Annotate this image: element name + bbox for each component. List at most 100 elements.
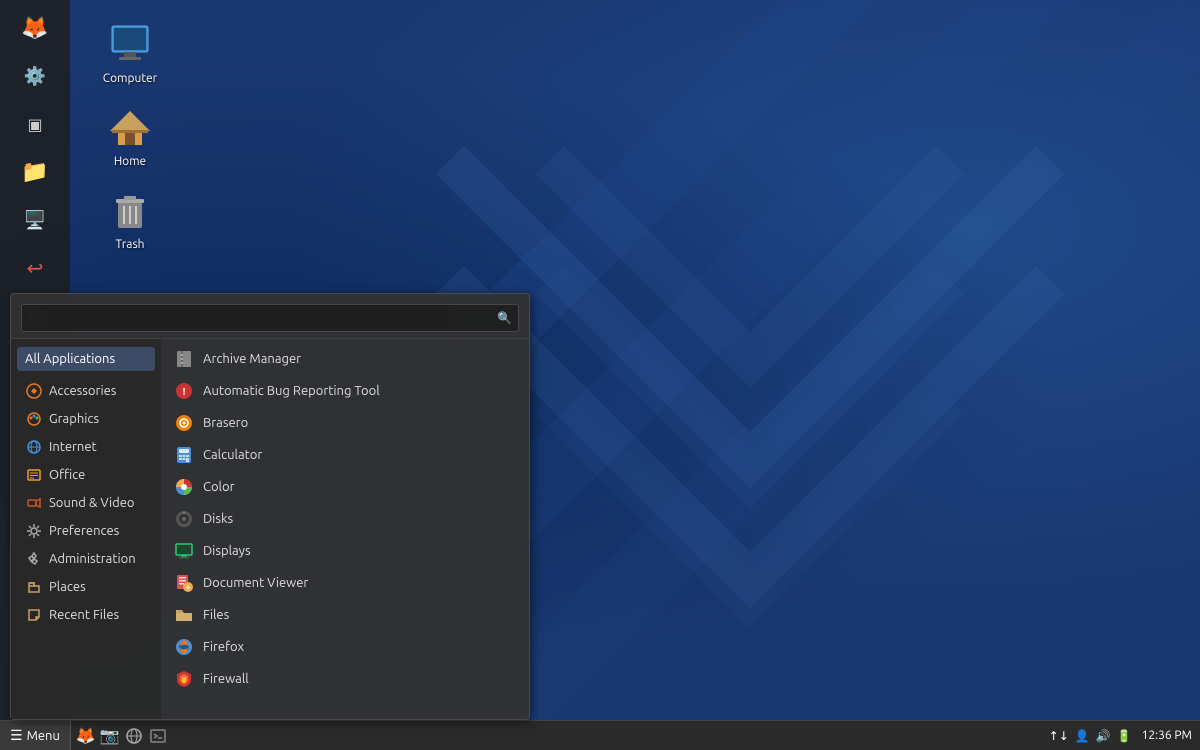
taskbar-quick-launch: 🦊 📷 bbox=[71, 725, 173, 747]
app-item-firewall[interactable]: Firewall bbox=[161, 663, 529, 695]
administration-label: Administration bbox=[49, 552, 136, 566]
sound-video-label: Sound & Video bbox=[49, 496, 135, 510]
internet-icon bbox=[25, 438, 43, 456]
search-input[interactable] bbox=[28, 308, 493, 328]
search-icon: 🔍 bbox=[497, 311, 512, 325]
tray-user-icon[interactable]: 👤 bbox=[1075, 729, 1090, 743]
tray-volume-icon[interactable]: 🔊 bbox=[1096, 729, 1111, 743]
app-menu-body: All Applications Accessories bbox=[11, 339, 529, 719]
home-icon bbox=[106, 103, 154, 151]
taskbar-camera-icon[interactable]: 📷 bbox=[99, 725, 121, 747]
desktop-icon-trash[interactable]: Trash bbox=[90, 186, 170, 251]
panel-display[interactable]: 🖥️ bbox=[13, 198, 57, 242]
files-label: Files bbox=[203, 608, 229, 622]
displays-label: Displays bbox=[203, 544, 251, 558]
color-icon bbox=[173, 476, 195, 498]
panel-files[interactable]: 📁 bbox=[13, 150, 57, 194]
panel-firefox[interactable]: 🦊 bbox=[13, 6, 57, 50]
app-item-abrt[interactable]: ! Automatic Bug Reporting Tool bbox=[161, 375, 529, 407]
brasero-label: Brasero bbox=[203, 416, 248, 430]
menu-content: Archive Manager ! Automatic Bug Reportin… bbox=[161, 339, 529, 719]
office-icon bbox=[25, 466, 43, 484]
brasero-icon bbox=[173, 412, 195, 434]
svg-text:!: ! bbox=[183, 386, 186, 397]
recent-files-icon bbox=[25, 606, 43, 624]
app-item-color[interactable]: Color bbox=[161, 471, 529, 503]
taskbar-firefox-icon[interactable]: 🦊 bbox=[75, 725, 97, 747]
sidebar-item-recent-files[interactable]: Recent Files bbox=[15, 601, 157, 629]
computer-icon bbox=[106, 20, 154, 68]
document-viewer-icon: + bbox=[173, 572, 195, 594]
menu-sidebar: All Applications Accessories bbox=[11, 339, 161, 719]
panel-terminal[interactable]: ▣ bbox=[13, 102, 57, 146]
taskbar-terminal-icon[interactable] bbox=[147, 725, 169, 747]
firefox-label: Firefox bbox=[203, 640, 244, 654]
app-item-disks[interactable]: Disks bbox=[161, 503, 529, 535]
sidebar-item-administration[interactable]: Administration bbox=[15, 545, 157, 573]
firewall-icon bbox=[173, 668, 195, 690]
svg-text:+: + bbox=[186, 583, 191, 592]
home-label: Home bbox=[114, 155, 146, 168]
accessories-icon bbox=[25, 382, 43, 400]
abrt-icon: ! bbox=[173, 380, 195, 402]
sidebar-item-all-apps[interactable]: All Applications bbox=[17, 347, 155, 371]
preferences-label: Preferences bbox=[49, 524, 119, 538]
taskbar-browser-icon[interactable] bbox=[123, 725, 145, 747]
sidebar-item-accessories[interactable]: Accessories bbox=[15, 377, 157, 405]
desktop-icon-computer[interactable]: Computer bbox=[90, 20, 170, 85]
sidebar-item-graphics[interactable]: Graphics bbox=[15, 405, 157, 433]
menu-button[interactable]: ☰ Menu bbox=[0, 721, 71, 750]
trash-icon bbox=[106, 186, 154, 234]
color-label: Color bbox=[203, 480, 235, 494]
menu-label: Menu bbox=[27, 729, 60, 743]
search-box[interactable]: 🔍 bbox=[21, 304, 519, 332]
app-item-firefox[interactable]: Firefox bbox=[161, 631, 529, 663]
internet-label: Internet bbox=[49, 440, 97, 454]
desktop-icon-home[interactable]: Home bbox=[90, 103, 170, 168]
panel-logout[interactable]: ↩ bbox=[13, 246, 57, 290]
app-item-displays[interactable]: Displays bbox=[161, 535, 529, 567]
archive-manager-icon bbox=[173, 348, 195, 370]
app-item-files[interactable]: Files bbox=[161, 599, 529, 631]
tray-network-icon[interactable]: ↑↓ bbox=[1049, 729, 1069, 743]
sidebar-item-places[interactable]: Places bbox=[15, 573, 157, 601]
firewall-label: Firewall bbox=[203, 672, 249, 686]
recent-files-label: Recent Files bbox=[49, 608, 119, 622]
menu-icon: ☰ bbox=[10, 727, 23, 744]
sidebar-item-internet[interactable]: Internet bbox=[15, 433, 157, 461]
sidebar-item-sound-video[interactable]: Sound & Video bbox=[15, 489, 157, 517]
sound-video-icon bbox=[25, 494, 43, 512]
administration-icon bbox=[25, 550, 43, 568]
app-item-calculator[interactable]: Calculator bbox=[161, 439, 529, 471]
calculator-label: Calculator bbox=[203, 448, 262, 462]
office-label: Office bbox=[49, 468, 85, 482]
graphics-label: Graphics bbox=[49, 412, 99, 426]
places-label: Places bbox=[49, 580, 86, 594]
preferences-icon bbox=[25, 522, 43, 540]
app-item-brasero[interactable]: Brasero bbox=[161, 407, 529, 439]
sidebar-item-office[interactable]: Office bbox=[15, 461, 157, 489]
all-apps-label: All Applications bbox=[25, 352, 115, 366]
panel-settings[interactable]: ⚙️ bbox=[13, 54, 57, 98]
firefox-icon bbox=[173, 636, 195, 658]
taskbar: ☰ Menu 🦊 📷 ↑↓ bbox=[0, 720, 1200, 750]
sidebar-item-preferences[interactable]: Preferences bbox=[15, 517, 157, 545]
app-item-archive-manager[interactable]: Archive Manager bbox=[161, 343, 529, 375]
app-menu-search-area: 🔍 bbox=[11, 294, 529, 339]
disks-icon bbox=[173, 508, 195, 530]
app-item-document-viewer[interactable]: + Document Viewer bbox=[161, 567, 529, 599]
clock: 12:36 PM bbox=[1142, 729, 1192, 742]
computer-label: Computer bbox=[103, 72, 157, 85]
places-icon bbox=[25, 578, 43, 596]
abrt-label: Automatic Bug Reporting Tool bbox=[203, 384, 380, 398]
archive-manager-label: Archive Manager bbox=[203, 352, 301, 366]
files-icon bbox=[173, 604, 195, 626]
trash-label: Trash bbox=[115, 238, 144, 251]
disks-label: Disks bbox=[203, 512, 233, 526]
accessories-label: Accessories bbox=[49, 384, 116, 398]
graphics-icon bbox=[25, 410, 43, 428]
taskbar-system-tray: ↑↓ 👤 🔊 🔋 12:36 PM bbox=[1041, 729, 1200, 743]
calculator-icon bbox=[173, 444, 195, 466]
app-menu: 🔍 All Applications Accessories bbox=[10, 293, 530, 720]
desktop: 🦊 ⚙️ ▣ 📁 🖥️ ↩ 📋 Computer Ho bbox=[0, 0, 1200, 750]
